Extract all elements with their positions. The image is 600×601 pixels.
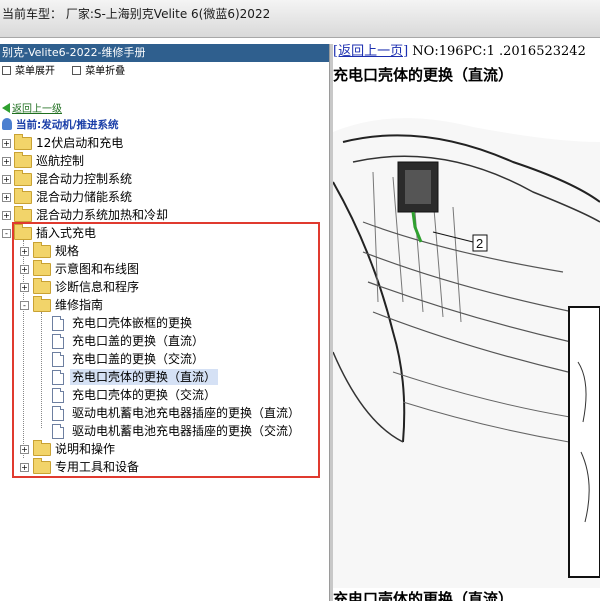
title-bar: 当前车型： 厂家:S-上海别克Velite 6(微蓝6)2022: [0, 0, 600, 38]
expand-icon: [2, 66, 11, 75]
folder-icon: [14, 134, 32, 150]
location-icon: [2, 118, 12, 130]
menu-bar: 菜单展开 菜单折叠: [0, 62, 329, 81]
panel-header: 别克-Velite6-2022-维修手册: [0, 44, 329, 62]
back-link-row[interactable]: 返回上一级: [2, 100, 62, 115]
window-title: 当前车型： 厂家:S-上海别克Velite 6(微蓝6)2022: [2, 7, 271, 21]
back-arrow-icon: [2, 103, 10, 113]
expand-toggle-icon[interactable]: +: [2, 193, 11, 202]
menu-expand-button[interactable]: 菜单展开: [2, 66, 55, 77]
previous-page-link[interactable]: [返回上一页]: [333, 44, 408, 59]
document-view: [返回上一页] NO:196PC:1 .2016523242 充电口壳体的更换（…: [333, 44, 600, 601]
current-location: 当前:发动机/推进系统: [2, 117, 119, 132]
callout-number: 2: [476, 236, 483, 251]
doc-header: [返回上一页] NO:196PC:1 .2016523242: [333, 44, 600, 60]
folder-icon: [14, 170, 32, 186]
expand-toggle-icon[interactable]: +: [2, 139, 11, 148]
collapse-toggle-icon[interactable]: -: [2, 229, 11, 238]
doc-footer-title: 充电口壳体的更换（直流）: [333, 590, 514, 601]
charge-port-illustration: 2: [333, 118, 600, 588]
folder-icon: [14, 188, 32, 204]
doc-title: 充电口壳体的更换（直流）: [333, 66, 514, 84]
doc-meta: NO:196PC:1 .2016523242: [408, 44, 586, 59]
highlight-box: [12, 222, 320, 478]
folder-icon: [14, 206, 32, 222]
collapse-icon: [72, 66, 82, 75]
folder-icon: [14, 152, 32, 168]
back-link[interactable]: 返回上一级: [12, 104, 62, 115]
expand-toggle-icon[interactable]: +: [2, 157, 11, 166]
expand-toggle-icon[interactable]: +: [2, 175, 11, 184]
menu-collapse-button[interactable]: 菜单折叠: [72, 66, 125, 77]
expand-toggle-icon[interactable]: +: [2, 211, 11, 220]
